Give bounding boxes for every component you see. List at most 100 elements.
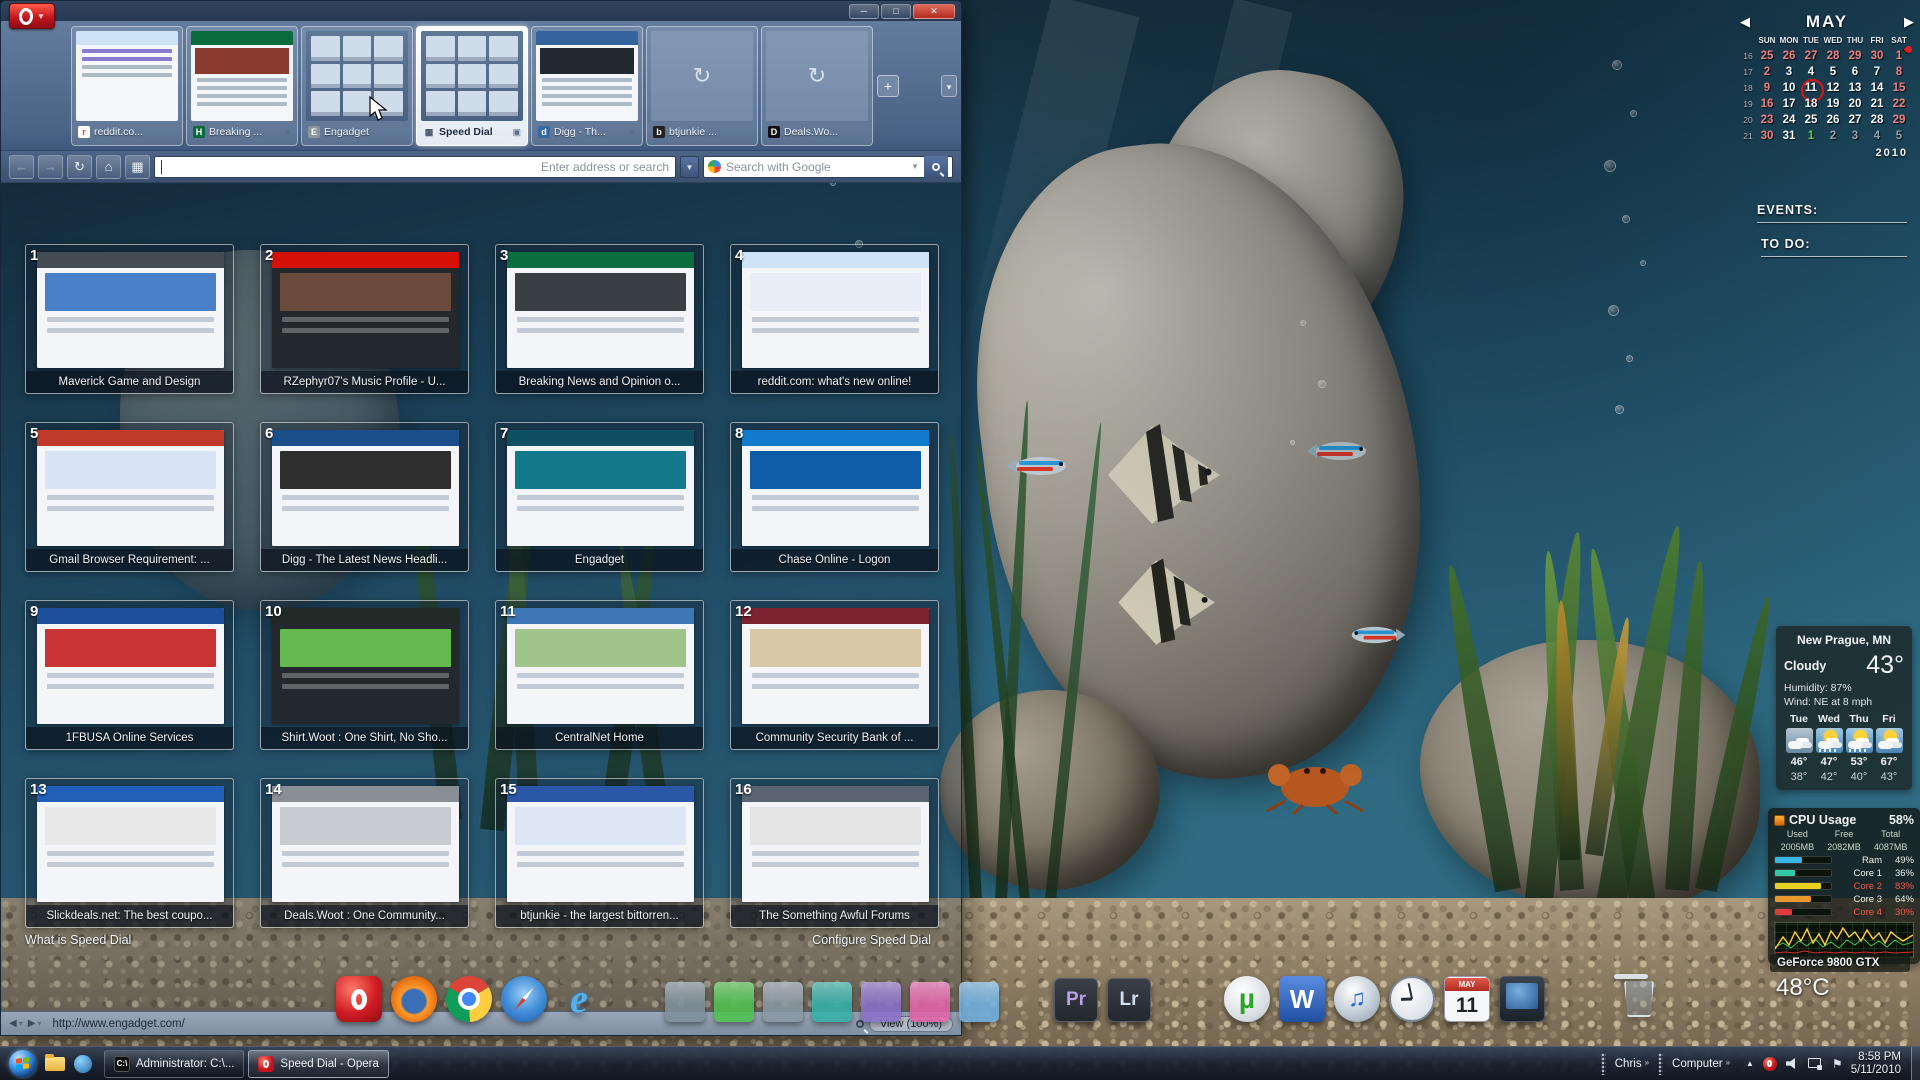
search-go-button[interactable] [924, 156, 948, 178]
dock-icon-display[interactable] [1499, 976, 1545, 1022]
toolbar-computer[interactable]: Computer» [1668, 1058, 1734, 1070]
dock-icon-calendar[interactable]: MAY11 [1444, 976, 1490, 1022]
search-input[interactable]: Search with Google ▼ [703, 156, 953, 178]
calendar-day-cell[interactable]: 31 [1778, 130, 1800, 142]
calendar-day-cell[interactable]: 2 [1756, 66, 1778, 78]
calendar-day-cell[interactable]: 18 [1800, 98, 1822, 110]
dock-icon-app[interactable] [714, 982, 754, 1022]
what-is-speed-dial-link[interactable]: What is Speed Dial [25, 933, 131, 947]
dock-icon-opera[interactable] [336, 976, 382, 1022]
tab-list-button[interactable]: ▾ [941, 75, 957, 97]
dock-icon-itunes[interactable]: ♫ [1334, 976, 1380, 1022]
calendar-day-cell[interactable]: 23 [1756, 114, 1778, 126]
speed-dial-item-3[interactable]: 3Breaking News and Opinion o... [495, 244, 704, 394]
speed-dial-item-13[interactable]: 13Slickdeals.net: The best coupo... [25, 778, 234, 928]
calendar-day-cell[interactable]: 27 [1844, 114, 1866, 126]
calendar-day-cell[interactable]: 29 [1888, 114, 1910, 126]
dock-icon-chrome[interactable] [446, 976, 492, 1022]
reload-button[interactable]: ↻ [67, 155, 92, 179]
calendar-today-cell[interactable]: 11 [1800, 82, 1822, 94]
calendar-day-cell[interactable]: 5 [1822, 66, 1844, 78]
calendar-day-cell[interactable]: 15 [1888, 82, 1910, 94]
volume-icon[interactable] [1786, 1058, 1799, 1070]
dock-icon-app[interactable] [812, 982, 852, 1022]
new-tab-button[interactable]: + [877, 75, 899, 97]
dock-icon-app[interactable] [861, 982, 901, 1022]
calendar-day-cell[interactable]: 5 [1888, 130, 1910, 142]
calendar-day-cell[interactable]: 28 [1866, 114, 1888, 126]
dock-icon-clock[interactable] [1389, 976, 1435, 1022]
speed-dial-item-12[interactable]: 12Community Security Bank of ... [730, 600, 939, 750]
tab-engadget[interactable]: EEngadget [301, 26, 413, 146]
calendar-day-cell[interactable]: 19 [1822, 98, 1844, 110]
dock-icon-app[interactable] [763, 982, 803, 1022]
calendar-day-cell[interactable]: 4 [1866, 130, 1888, 142]
dock-icon-app[interactable] [910, 982, 950, 1022]
network-icon[interactable] [1808, 1058, 1823, 1070]
start-button[interactable] [9, 1050, 36, 1077]
dock-icon-safari[interactable] [501, 976, 547, 1022]
calendar-day-cell[interactable]: 30 [1866, 50, 1888, 62]
speed-dial-item-1[interactable]: 1Maverick Game and Design [25, 244, 234, 394]
action-center-flag-icon[interactable]: ⚑ [1832, 1057, 1843, 1071]
title-bar[interactable]: ─ □ ✕ [1, 1, 961, 21]
address-input[interactable]: Enter address or search [154, 156, 676, 178]
speed-dial-item-8[interactable]: 8Chase Online - Logon [730, 422, 939, 572]
speed-dial-item-10[interactable]: 10Shirt.Woot : One Shirt, No Sho... [260, 600, 469, 750]
tab-btjunkie[interactable]: ↻bbtjunkie ... [646, 26, 758, 146]
calendar-day-cell[interactable]: 8 [1888, 66, 1910, 78]
calendar-day-cell[interactable]: 3 [1778, 66, 1800, 78]
calendar-day-cell[interactable]: 28 [1822, 50, 1844, 62]
chevron-down-icon[interactable]: ▾ [19, 1019, 23, 1028]
calendar-day-cell[interactable]: 1 [1800, 130, 1822, 142]
dock-icon-app[interactable] [665, 982, 705, 1022]
task-button-speed-dial-opera[interactable]: Speed Dial - Opera [248, 1050, 388, 1078]
toolbar-chris[interactable]: Chris» [1611, 1058, 1653, 1070]
speed-dial-item-2[interactable]: 2RZephyr07's Music Profile - U... [260, 244, 469, 394]
calendar-day-cell[interactable]: 12 [1822, 82, 1844, 94]
dock-icon-word[interactable]: W [1279, 976, 1325, 1022]
speed-dial-item-5[interactable]: 5Gmail Browser Requirement: ... [25, 422, 234, 572]
speed-dial-item-6[interactable]: 6Digg - The Latest News Headli... [260, 422, 469, 572]
tray-opera-icon[interactable] [1763, 1057, 1777, 1071]
maximize-button[interactable]: □ [881, 4, 911, 19]
calendar-day-cell[interactable]: 1 [1888, 50, 1910, 62]
opera-menu-button[interactable]: ▼ [9, 3, 55, 29]
configure-speed-dial-link[interactable]: Configure Speed Dial [812, 933, 931, 947]
show-desktop-button[interactable] [1911, 1047, 1920, 1080]
calendar-day-cell[interactable]: 25 [1756, 50, 1778, 62]
calendar-day-cell[interactable]: 13 [1844, 82, 1866, 94]
calendar-day-cell[interactable]: 9 [1756, 82, 1778, 94]
status-forward-icon[interactable]: ▶ [28, 1018, 36, 1029]
calendar-day-cell[interactable]: 21 [1866, 98, 1888, 110]
calendar-day-cell[interactable]: 25 [1800, 114, 1822, 126]
home-button[interactable]: ⌂ [96, 155, 121, 179]
tray-expand-button[interactable]: ▲ [1746, 1059, 1754, 1068]
calendar-day-cell[interactable]: 20 [1844, 98, 1866, 110]
speed-dial-item-7[interactable]: 7Engadget [495, 422, 704, 572]
quicklaunch-player-icon[interactable] [72, 1054, 94, 1074]
address-dropdown-button[interactable]: ▼ [680, 156, 699, 178]
dock-icon-lightroom[interactable]: Lr [1107, 978, 1151, 1022]
calendar-day-cell[interactable]: 29 [1844, 50, 1866, 62]
calendar-day-cell[interactable]: 17 [1778, 98, 1800, 110]
dock-icon-recycle-bin[interactable] [1616, 976, 1662, 1022]
tab-digg-th[interactable]: dDigg - Th...✕ [531, 26, 643, 146]
calendar-day-cell[interactable]: 16 [1756, 98, 1778, 110]
speed-dial-item-15[interactable]: 15btjunkie - the largest bittorren... [495, 778, 704, 928]
speed-dial-item-4[interactable]: 4reddit.com: what's new online! [730, 244, 939, 394]
speed-dial-button[interactable]: ▦ [125, 155, 150, 179]
calendar-day-cell[interactable]: 22 [1888, 98, 1910, 110]
calendar-day-cell[interactable]: 6 [1844, 66, 1866, 78]
tab-reddit-co[interactable]: rreddit.co... [71, 26, 183, 146]
chevron-down-icon[interactable]: ▾ [37, 1019, 41, 1028]
calendar-day-cell[interactable]: 26 [1822, 114, 1844, 126]
speed-dial-item-16[interactable]: 16The Something Awful Forums [730, 778, 939, 928]
toolbar-grip[interactable] [1658, 1053, 1663, 1075]
calendar-day-cell[interactable]: 30 [1756, 130, 1778, 142]
calendar-day-cell[interactable]: 7 [1866, 66, 1888, 78]
calendar-day-cell[interactable]: 2 [1822, 130, 1844, 142]
tab-deals-wo[interactable]: ↻DDeals.Wo... [761, 26, 873, 146]
quicklaunch-folder-icon[interactable] [44, 1054, 66, 1074]
calendar-day-cell[interactable]: 3 [1844, 130, 1866, 142]
